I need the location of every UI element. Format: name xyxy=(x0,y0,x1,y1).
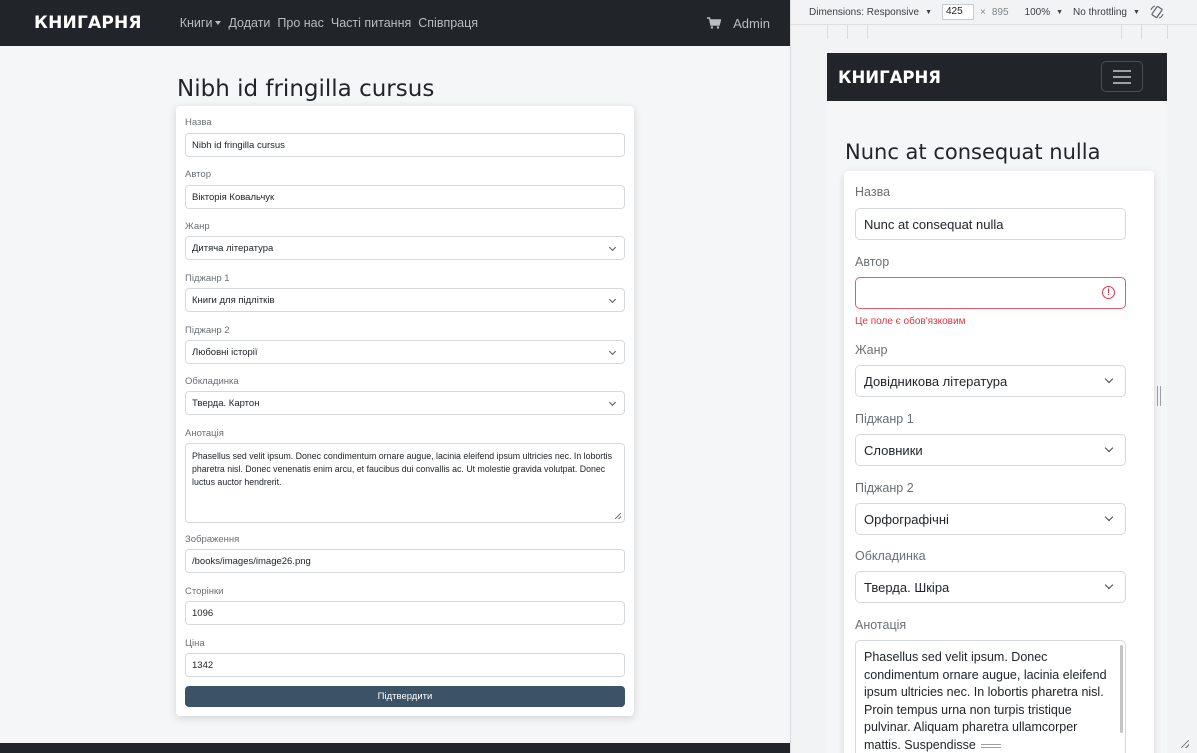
subgenre2-label: Піджанр 2 xyxy=(185,325,230,336)
nav-faq[interactable]: Часті питання xyxy=(331,16,411,30)
dimensions-dropdown[interactable]: Dimensions: Responsive xyxy=(809,7,919,18)
pages-label: Сторінки xyxy=(185,586,224,597)
author-label: Автор xyxy=(855,255,890,269)
media-query-ruler xyxy=(791,24,1197,39)
title-input[interactable]: Nibh id fringilla cursus xyxy=(185,133,625,157)
author-error-message: Це поле є обов'язковим xyxy=(855,316,966,327)
price-label: Ціна xyxy=(185,638,205,649)
footer xyxy=(0,743,790,753)
brand-logo[interactable]: КНИГАРНЯ xyxy=(838,68,941,87)
cover-label: Обкладинка xyxy=(855,549,926,563)
height-input[interactable]: 895 xyxy=(992,7,1009,18)
title-input[interactable]: Nunc at consequat nulla xyxy=(855,208,1126,240)
book-form-card: Назва Nunc at consequat nulla Автор ! Це… xyxy=(844,171,1154,753)
menu-toggle-button[interactable] xyxy=(1101,61,1143,92)
subgenre1-label: Піджанр 1 xyxy=(855,412,914,426)
author-input[interactable]: ! xyxy=(855,277,1126,309)
nav-add[interactable]: Додати xyxy=(228,16,270,30)
image-label: Зображення xyxy=(185,534,240,545)
times-sign: × xyxy=(980,6,986,18)
admin-link[interactable]: Admin xyxy=(733,16,770,31)
error-icon: ! xyxy=(1102,286,1115,299)
annotation-textarea[interactable]: Phasellus sed velit ipsum. Donec condime… xyxy=(855,640,1126,753)
annotation-label: Анотація xyxy=(855,618,907,632)
pages-input[interactable]: 1096 xyxy=(185,601,625,625)
devtools-toolbar: Dimensions: Responsive ▼ 425 × 895 100% ▼ … xyxy=(791,0,1197,24)
genre-select[interactable]: Довідникова література xyxy=(855,365,1126,397)
cover-label: Обкладинка xyxy=(185,376,239,387)
author-label: Автор xyxy=(185,169,211,180)
caret-down-icon: ▼ xyxy=(1132,8,1140,16)
hamburger-icon xyxy=(1113,70,1131,72)
cover-select[interactable]: Тверда. Картон xyxy=(185,391,625,415)
bottom-resize-handle[interactable] xyxy=(981,744,1001,748)
subgenre1-label: Піджанр 1 xyxy=(185,273,230,284)
rotate-icon[interactable] xyxy=(1150,5,1164,19)
nav-right: Admin xyxy=(707,0,770,46)
subgenre2-select[interactable]: Орфографічні xyxy=(855,503,1126,535)
caret-down-icon: ▼ xyxy=(925,8,932,16)
brand-logo[interactable]: КНИГАРНЯ xyxy=(34,13,142,33)
image-input[interactable]: /books/images/image26.png xyxy=(185,549,625,573)
throttling-dropdown[interactable]: No throttling xyxy=(1073,7,1127,18)
book-form-card: Назва Nibh id fringilla cursus Автор Вік… xyxy=(176,106,634,716)
device-viewport: КНИГАРНЯ Nunc at consequat nulla Назва N… xyxy=(827,53,1167,753)
subgenre1-select[interactable]: Словники xyxy=(855,434,1126,466)
annotation-label: Анотація xyxy=(185,428,224,439)
textarea-scrollbar[interactable] xyxy=(1120,645,1123,733)
navbar: КНИГАРНЯ Книги Додати Про нас Часті пита… xyxy=(0,0,790,46)
zoom-dropdown[interactable]: 100% xyxy=(1025,7,1051,18)
author-input[interactable]: Вікторія Ковальчук xyxy=(185,185,625,209)
width-input[interactable]: 425 xyxy=(942,4,974,20)
title-label: Назва xyxy=(185,117,212,128)
genre-label: Жанр xyxy=(855,343,888,357)
nav-about[interactable]: Про нас xyxy=(277,16,323,30)
submit-button[interactable]: Підтвердити xyxy=(185,686,625,707)
mobile-navbar: КНИГАРНЯ xyxy=(827,53,1167,101)
nav-links: Книги Додати Про нас Часті питання Співп… xyxy=(180,16,478,30)
nav-partners[interactable]: Співпраця xyxy=(418,16,478,30)
caret-down-icon xyxy=(215,21,222,25)
cart-icon[interactable] xyxy=(707,17,722,29)
caret-down-icon: ▼ xyxy=(1056,8,1064,16)
cover-select[interactable]: Тверда. Шкіра xyxy=(855,571,1126,603)
subgenre2-label: Піджанр 2 xyxy=(855,481,914,495)
nav-books-dropdown[interactable]: Книги xyxy=(180,16,222,30)
page-title: Nibh id fringilla cursus xyxy=(177,76,435,102)
genre-select[interactable]: Дитяча література xyxy=(185,236,625,260)
corner-resize-handle[interactable] xyxy=(1181,740,1189,748)
devtools-responsive-panel: Dimensions: Responsive ▼ 425 × 895 100% ▼ … xyxy=(790,0,1197,753)
title-label: Назва xyxy=(855,185,891,199)
right-resize-handle[interactable] xyxy=(1157,386,1161,406)
genre-label: Жанр xyxy=(185,221,210,232)
annotation-textarea[interactable]: Phasellus sed velit ipsum. Donec condime… xyxy=(185,443,625,523)
price-input[interactable]: 1342 xyxy=(185,653,625,677)
desktop-view: КНИГАРНЯ Книги Додати Про нас Часті пита… xyxy=(0,0,790,753)
subgenre1-select[interactable]: Книги для підлітків xyxy=(185,288,625,312)
subgenre2-select[interactable]: Любовні історії xyxy=(185,340,625,364)
page-title: Nunc at consequat nulla xyxy=(845,140,1101,164)
